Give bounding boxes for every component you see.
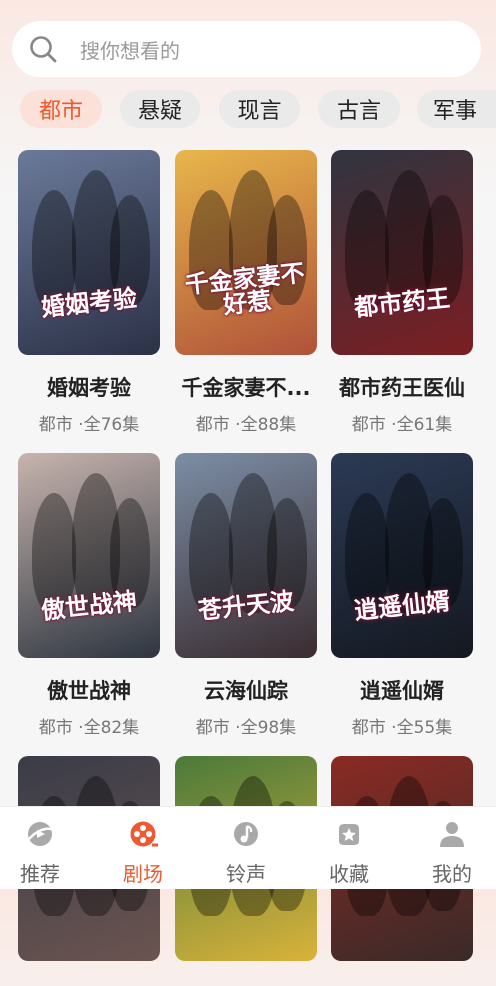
drama-title: 千金家妻不... (181, 376, 311, 400)
category-tab-xuanyi[interactable]: 悬疑 (120, 90, 200, 128)
category-tab-guyan[interactable]: 古言 (318, 90, 400, 128)
drama-title: 都市药王医仙 (339, 376, 465, 400)
poster-title-art (24, 914, 153, 928)
drama-title: 傲世战神 (47, 679, 131, 703)
nav-item-favorites[interactable]: 收藏 (299, 819, 399, 887)
recommend-icon (28, 822, 53, 846)
poster-title-art (337, 914, 466, 928)
category-tab-xianyan[interactable]: 现言 (219, 90, 300, 128)
drama-meta: 都市 ·全82集 (38, 718, 140, 738)
nav-item-recommend[interactable]: 推荐 (0, 819, 90, 887)
drama-poster[interactable]: 千金家妻不好惹 (175, 150, 317, 355)
search-input[interactable]: 搜你想看的 (80, 35, 180, 64)
drama-card[interactable]: 都市药王都市药王医仙都市 ·全61集 (331, 150, 473, 435)
drama-poster[interactable]: 都市药王 (331, 150, 473, 355)
favorites-icon (339, 824, 359, 845)
drama-meta: 都市 ·全98集 (195, 718, 297, 738)
nav-item-ringtone[interactable]: 铃声 (196, 819, 296, 887)
drama-poster[interactable]: 婚姻考验 (18, 150, 160, 355)
drama-title: 云海仙踪 (204, 679, 288, 703)
drama-card[interactable]: 苍升天波云海仙踪都市 ·全98集 (175, 453, 317, 738)
drama-meta: 都市 ·全61集 (351, 415, 453, 435)
poster-title-art: 千金家妻不好惹 (183, 257, 306, 320)
drama-card[interactable]: 傲世战神 傲世战神 都市 ·全82集 (18, 453, 160, 738)
theater-icon (130, 821, 158, 847)
bottom-nav: 推荐 剧场 铃声 收藏 我的 (0, 806, 496, 889)
drama-poster[interactable]: 傲世战神 (18, 453, 160, 658)
search-bar[interactable]: 搜你想看的 (12, 21, 481, 77)
drama-title: 婚姻考验 (47, 376, 131, 400)
drama-card[interactable]: 婚姻考验 婚姻考验 都市 ·全76集 (18, 150, 160, 435)
category-tab-junshi[interactable]: 军事 (417, 90, 496, 128)
drama-meta: 都市 ·全76集 (38, 415, 140, 435)
drama-meta: 都市 ·全55集 (351, 718, 453, 738)
drama-poster[interactable]: 逍遥仙婿 (331, 453, 473, 658)
drama-card[interactable]: 千金家妻不好惹千金家妻不... 都市 ·全88集 (175, 150, 317, 435)
ringtone-icon (234, 822, 258, 846)
category-tabs: 都市 悬疑 现言 古言 军事 (0, 90, 496, 130)
nav-item-theater[interactable]: 剧场 (93, 819, 193, 887)
search-icon (30, 36, 57, 63)
drama-poster[interactable]: 苍升天波 (175, 453, 317, 658)
category-tab-dushi[interactable]: 都市 (20, 90, 102, 128)
drama-meta: 都市 ·全88集 (195, 415, 297, 435)
drama-card[interactable]: 逍遥仙婿 逍遥仙婿 都市 ·全55集 (331, 453, 473, 738)
poster-title-art (181, 914, 310, 928)
profile-icon (440, 822, 464, 847)
nav-item-profile[interactable]: 我的 (402, 819, 496, 887)
drama-title: 逍遥仙婿 (360, 679, 444, 703)
